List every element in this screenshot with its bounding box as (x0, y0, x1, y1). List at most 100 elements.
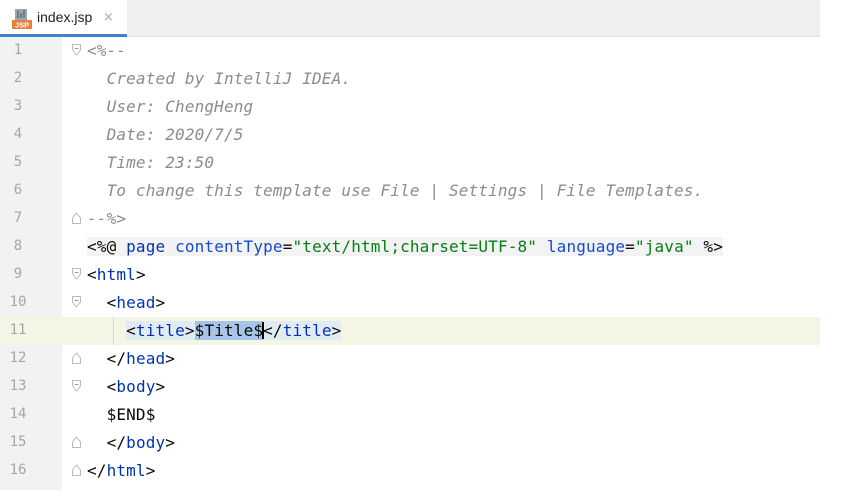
line-number: 2 (13, 70, 23, 86)
tab-label: index.jsp (37, 9, 93, 25)
tag-bracket: < (126, 321, 136, 340)
line-number: 11 (9, 322, 27, 338)
line-number: 6 (13, 182, 23, 198)
tag-bracket: </ (263, 321, 283, 340)
tag-bracket: > (155, 377, 166, 396)
code-line: 6 To change this template use File | Set… (0, 177, 820, 205)
code-text: <%-- (87, 41, 127, 60)
html-open-tag: <html> (87, 265, 146, 284)
tag-name: title (282, 321, 332, 340)
code-line: 3 User: ChengHeng (0, 93, 820, 121)
equals: = (625, 237, 635, 256)
attribute-value: "java" (634, 237, 694, 256)
fold-end-icon[interactable] (72, 352, 81, 364)
line-number: 9 (13, 266, 23, 282)
tag-bracket: < (106, 377, 117, 396)
attribute-name: language (546, 237, 626, 256)
code-line: 9 <html> (0, 261, 820, 289)
head-open-tag: <head> (87, 293, 166, 312)
code-lines[interactable]: 1 <%-- 2 Created by IntelliJ IDEA. 3 Use… (0, 37, 820, 485)
line-number: 4 (13, 126, 23, 142)
jsp-icon-text: JSP (15, 21, 29, 30)
line-number: 3 (13, 98, 23, 114)
tag-bracket: > (145, 461, 156, 480)
directive-name: page (126, 237, 166, 256)
body-open-tag: <body> (87, 377, 166, 396)
code-line: 15 </body> (0, 429, 820, 457)
tag-name: html (106, 461, 146, 480)
code-line: 12 </head> (0, 345, 820, 373)
line-number: 7 (13, 210, 23, 226)
line-number: 15 (9, 434, 27, 450)
code-line-current: 11 <title>$Title$</title> (0, 317, 820, 345)
line-number: 14 (9, 406, 27, 422)
code-line: 1 <%-- (0, 37, 820, 65)
tag-name: head (116, 293, 156, 312)
code-line: 13 <body> (0, 373, 820, 401)
fold-collapse-icon[interactable] (72, 296, 81, 308)
code-line: 4 Date: 2020/7/5 (0, 121, 820, 149)
fold-end-icon[interactable] (72, 212, 81, 224)
attribute-value: "text/html;charset=UTF-8" (292, 237, 538, 256)
equals: = (282, 237, 293, 256)
html-close-tag: </html> (87, 461, 156, 480)
line-number: 16 (9, 462, 27, 478)
directive-open: <%@ (87, 237, 127, 256)
end-marker: $END$ (87, 405, 156, 424)
fold-collapse-icon[interactable] (72, 268, 81, 280)
code-text: Time: 23:50 (87, 153, 215, 172)
code-line: 16 </html> (0, 457, 820, 485)
tag-bracket: > (184, 321, 195, 340)
attribute-name: contentType (175, 237, 283, 256)
line-number: 8 (13, 238, 23, 254)
tag-bracket: > (155, 293, 166, 312)
tab-index-jsp[interactable]: JSP index.jsp × (0, 0, 127, 37)
head-close-tag: </head> (87, 349, 175, 368)
code-editor[interactable]: JSP index.jsp × 1 <%-- 2 Created by Inte… (0, 0, 820, 490)
tag-bracket: </ (106, 433, 127, 452)
line-number: 12 (9, 350, 27, 366)
tag-bracket: </ (106, 349, 127, 368)
fold-collapse-icon[interactable] (72, 44, 81, 56)
code-line: 10 <head> (0, 289, 820, 317)
fold-end-icon[interactable] (72, 464, 81, 476)
code-text: User: ChengHeng (87, 97, 254, 116)
tag-name: html (96, 265, 136, 284)
tag-name: head (126, 349, 166, 368)
tag-bracket: > (331, 321, 342, 340)
tag-bracket: < (106, 293, 117, 312)
code-text: To change this template use File | Setti… (87, 181, 704, 200)
code-text: --%> (87, 209, 127, 228)
fold-collapse-icon[interactable] (72, 380, 81, 392)
tag-name: body (116, 377, 156, 396)
code-line: 8 <%@ page contentType="text/html;charse… (0, 233, 820, 261)
tag-bracket: < (87, 265, 97, 284)
code-text: Date: 2020/7/5 (87, 125, 244, 144)
tag-bracket: > (135, 265, 146, 284)
code-line: 14 $END$ (0, 401, 820, 429)
page-directive: <%@ page contentType="text/html;charset=… (87, 237, 723, 256)
tag-name: body (126, 433, 166, 452)
title-element: <title>$Title$</title> (87, 321, 342, 340)
close-icon[interactable]: × (103, 10, 114, 25)
line-number: 10 (9, 294, 27, 310)
tag-bracket: > (165, 349, 176, 368)
line-number: 13 (9, 378, 27, 394)
template-variable[interactable]: $Title$ (194, 321, 265, 340)
editor-tab-bar: JSP index.jsp × (0, 0, 820, 37)
window-margin (820, 0, 855, 496)
code-line: 7 --%> (0, 205, 820, 233)
fold-end-icon[interactable] (72, 436, 81, 448)
jsp-file-icon: JSP (12, 9, 32, 29)
code-text: Created by IntelliJ IDEA. (87, 69, 352, 88)
tag-name: title (135, 321, 185, 340)
body-close-tag: </body> (87, 433, 175, 452)
code-line: 2 Created by IntelliJ IDEA. (0, 65, 820, 93)
tag-bracket: > (165, 433, 176, 452)
